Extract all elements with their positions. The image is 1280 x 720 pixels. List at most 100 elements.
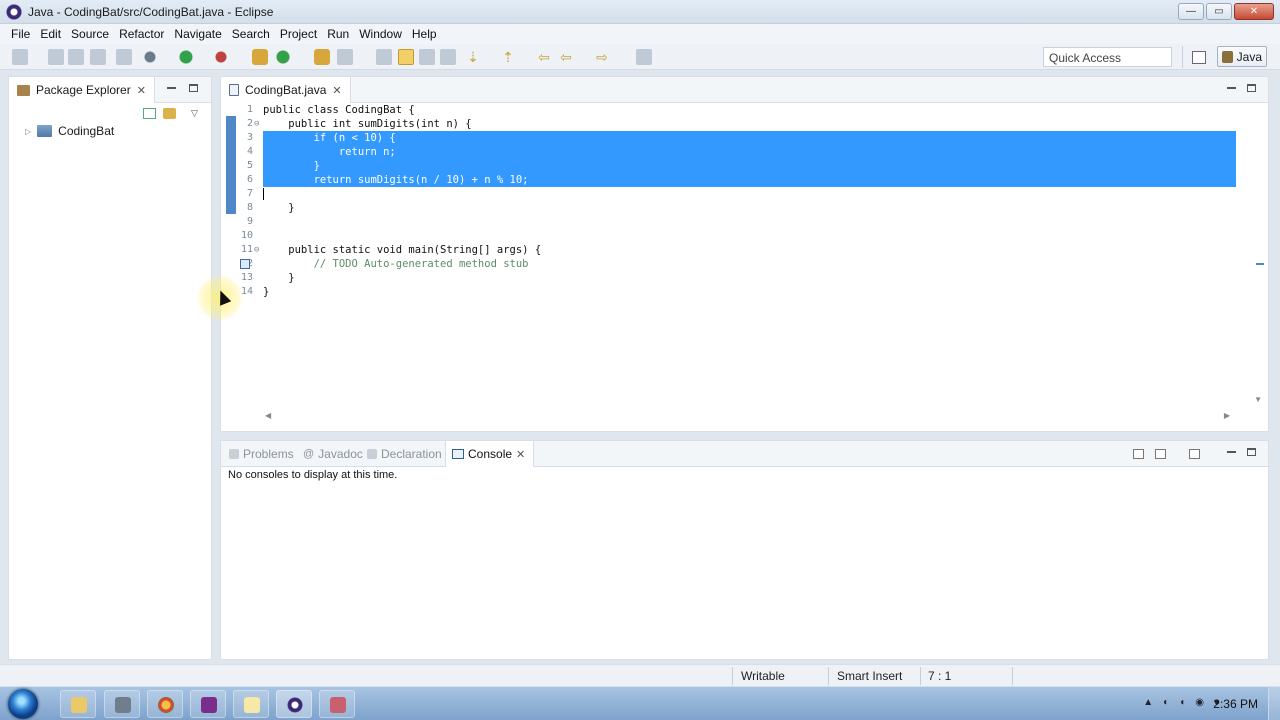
new-icon[interactable] <box>12 49 28 65</box>
taskbar-explorer[interactable] <box>60 690 96 718</box>
taskbar-notepad[interactable] <box>233 690 269 718</box>
fold-toggle-icon[interactable]: ⊖ <box>254 117 259 131</box>
last-edit-icon[interactable]: ⇦ <box>558 49 574 65</box>
menu-help[interactable]: Help <box>407 27 442 41</box>
next-annotation-icon[interactable] <box>376 49 392 65</box>
tab-javadoc[interactable]: @ Javadoc <box>303 441 363 467</box>
taskbar-onenote[interactable] <box>190 690 226 718</box>
maximize-view-icon[interactable] <box>1247 448 1256 456</box>
tab-package-explorer[interactable]: Package Explorer ✕ <box>9 77 155 103</box>
minimize-button[interactable]: — <box>1178 3 1204 20</box>
code-line[interactable]: 10 <box>235 229 1236 243</box>
code-line[interactable]: 6 return sumDigits(n / 10) + n % 10; <box>235 173 1236 187</box>
code-text[interactable]: } <box>263 159 1236 173</box>
code-text[interactable]: return n; <box>263 145 1236 159</box>
scroll-down-icon[interactable]: ▼ <box>1254 395 1262 404</box>
tree-item-project[interactable]: ▷ CodingBat <box>25 124 114 138</box>
view-menu-icon[interactable]: ▽ <box>191 108 204 119</box>
open-type-icon[interactable] <box>314 49 330 65</box>
new-package-icon[interactable] <box>252 49 268 65</box>
code-text[interactable]: } <box>263 285 1236 299</box>
minimize-view-icon[interactable] <box>1227 451 1236 453</box>
maximize-button[interactable]: ▭ <box>1206 3 1232 20</box>
menu-search[interactable]: Search <box>227 27 275 41</box>
external-tools-icon[interactable] <box>213 49 229 65</box>
speaker-icon[interactable]: ◖ <box>1179 697 1185 708</box>
fold-toggle-icon[interactable]: ⊖ <box>254 243 259 257</box>
code-text[interactable]: public class CodingBat { <box>263 103 1236 117</box>
block-selection-icon[interactable] <box>419 49 435 65</box>
maximize-view-icon[interactable] <box>189 84 198 92</box>
horizontal-scrollbar[interactable]: ◀ ▶ <box>265 411 1230 420</box>
collapse-all-icon[interactable] <box>143 108 156 119</box>
code-line[interactable]: 4 return n; <box>235 145 1236 159</box>
next-edit-icon[interactable]: ⇣ <box>465 49 481 65</box>
quick-access-input[interactable]: Quick Access <box>1043 47 1172 67</box>
tab-codingbat-java[interactable]: CodingBat.java ✕ <box>221 77 351 103</box>
run-icon[interactable] <box>178 49 194 65</box>
minimize-view-icon[interactable] <box>1227 87 1236 89</box>
tab-declaration[interactable]: Declaration <box>367 441 442 467</box>
code-line[interactable]: 9 <box>235 215 1236 229</box>
pin-console-icon[interactable] <box>1133 449 1144 459</box>
tab-console[interactable]: Console ✕ <box>445 441 535 467</box>
forward-arrow-icon[interactable]: ⇨ <box>594 49 610 65</box>
show-whitespace-icon[interactable] <box>440 49 456 65</box>
overview-ruler-mark[interactable] <box>1256 263 1264 265</box>
search-icon[interactable] <box>337 49 353 65</box>
close-button[interactable]: ✕ <box>1234 3 1274 20</box>
code-text[interactable]: return sumDigits(n / 10) + n % 10; <box>263 173 1236 187</box>
open-perspective-icon[interactable] <box>1192 51 1206 64</box>
close-icon[interactable]: ✕ <box>516 448 525 461</box>
open-console-icon[interactable] <box>1189 449 1200 459</box>
code-line[interactable]: 12 // TODO Auto-generated method stub <box>235 257 1236 271</box>
expand-icon[interactable]: ▷ <box>25 127 31 136</box>
menu-edit[interactable]: Edit <box>35 27 66 41</box>
code-line[interactable]: 11 ⊖ public static void main(String[] arg… <box>235 243 1236 257</box>
menu-window[interactable]: Window <box>354 27 407 41</box>
print-icon[interactable] <box>90 49 106 65</box>
code-line[interactable]: 8 } <box>235 201 1236 215</box>
mark-occurrences-icon[interactable] <box>398 49 414 65</box>
skip-breakpoints-icon[interactable] <box>116 49 132 65</box>
code-text[interactable]: // TODO Auto-generated method stub <box>263 257 1236 271</box>
scroll-left-icon[interactable]: ◀ <box>265 411 271 420</box>
code-line[interactable]: 13 } <box>235 271 1236 285</box>
code-text[interactable]: public static void main(String[] args) { <box>263 243 1236 257</box>
save-icon[interactable] <box>48 49 64 65</box>
taskbar-recorder[interactable] <box>319 690 355 718</box>
code-text[interactable]: if (n < 10) { <box>263 131 1236 145</box>
close-icon[interactable]: ✕ <box>332 84 341 97</box>
back-arrow-icon[interactable]: ⇦ <box>536 49 552 65</box>
close-icon[interactable]: ✕ <box>137 84 146 97</box>
code-editor[interactable]: 1 public class CodingBat {2 ⊖ public int s… <box>235 103 1236 299</box>
taskbar-browser[interactable] <box>147 690 183 718</box>
menu-source[interactable]: Source <box>66 27 114 41</box>
scroll-right-icon[interactable]: ▶ <box>1224 411 1230 420</box>
new-class-icon[interactable] <box>275 49 291 65</box>
show-hidden-icons-icon[interactable]: ▲ <box>1143 697 1153 708</box>
tab-problems[interactable]: Problems <box>229 441 294 467</box>
menu-refactor[interactable]: Refactor <box>114 27 169 41</box>
debug-icon[interactable] <box>142 49 158 65</box>
minimize-view-icon[interactable] <box>167 87 176 89</box>
code-line[interactable]: 5 } <box>235 159 1236 173</box>
link-with-editor-icon[interactable] <box>163 108 176 119</box>
maximize-view-icon[interactable] <box>1247 84 1256 92</box>
menu-project[interactable]: Project <box>275 27 322 41</box>
code-line[interactable]: 7 <box>235 187 1236 201</box>
code-line[interactable]: 2 ⊖ public int sumDigits(int n) { <box>235 117 1236 131</box>
previous-edit-icon[interactable]: ⇡ <box>500 49 516 65</box>
java-perspective-button[interactable]: Java <box>1217 46 1267 67</box>
start-button[interactable] <box>8 689 38 719</box>
show-desktop-button[interactable] <box>1268 687 1280 720</box>
taskbar-app[interactable] <box>104 690 140 718</box>
menu-navigate[interactable]: Navigate <box>169 27 226 41</box>
taskbar-eclipse[interactable] <box>276 690 312 718</box>
menu-file[interactable]: File <box>6 27 35 41</box>
code-line[interactable]: 3 if (n < 10) { <box>235 131 1236 145</box>
pin-editor-icon[interactable] <box>636 49 652 65</box>
menu-run[interactable]: Run <box>322 27 354 41</box>
code-text[interactable]: } <box>263 201 1236 215</box>
volume-icon[interactable]: ◐ <box>1163 697 1169 708</box>
